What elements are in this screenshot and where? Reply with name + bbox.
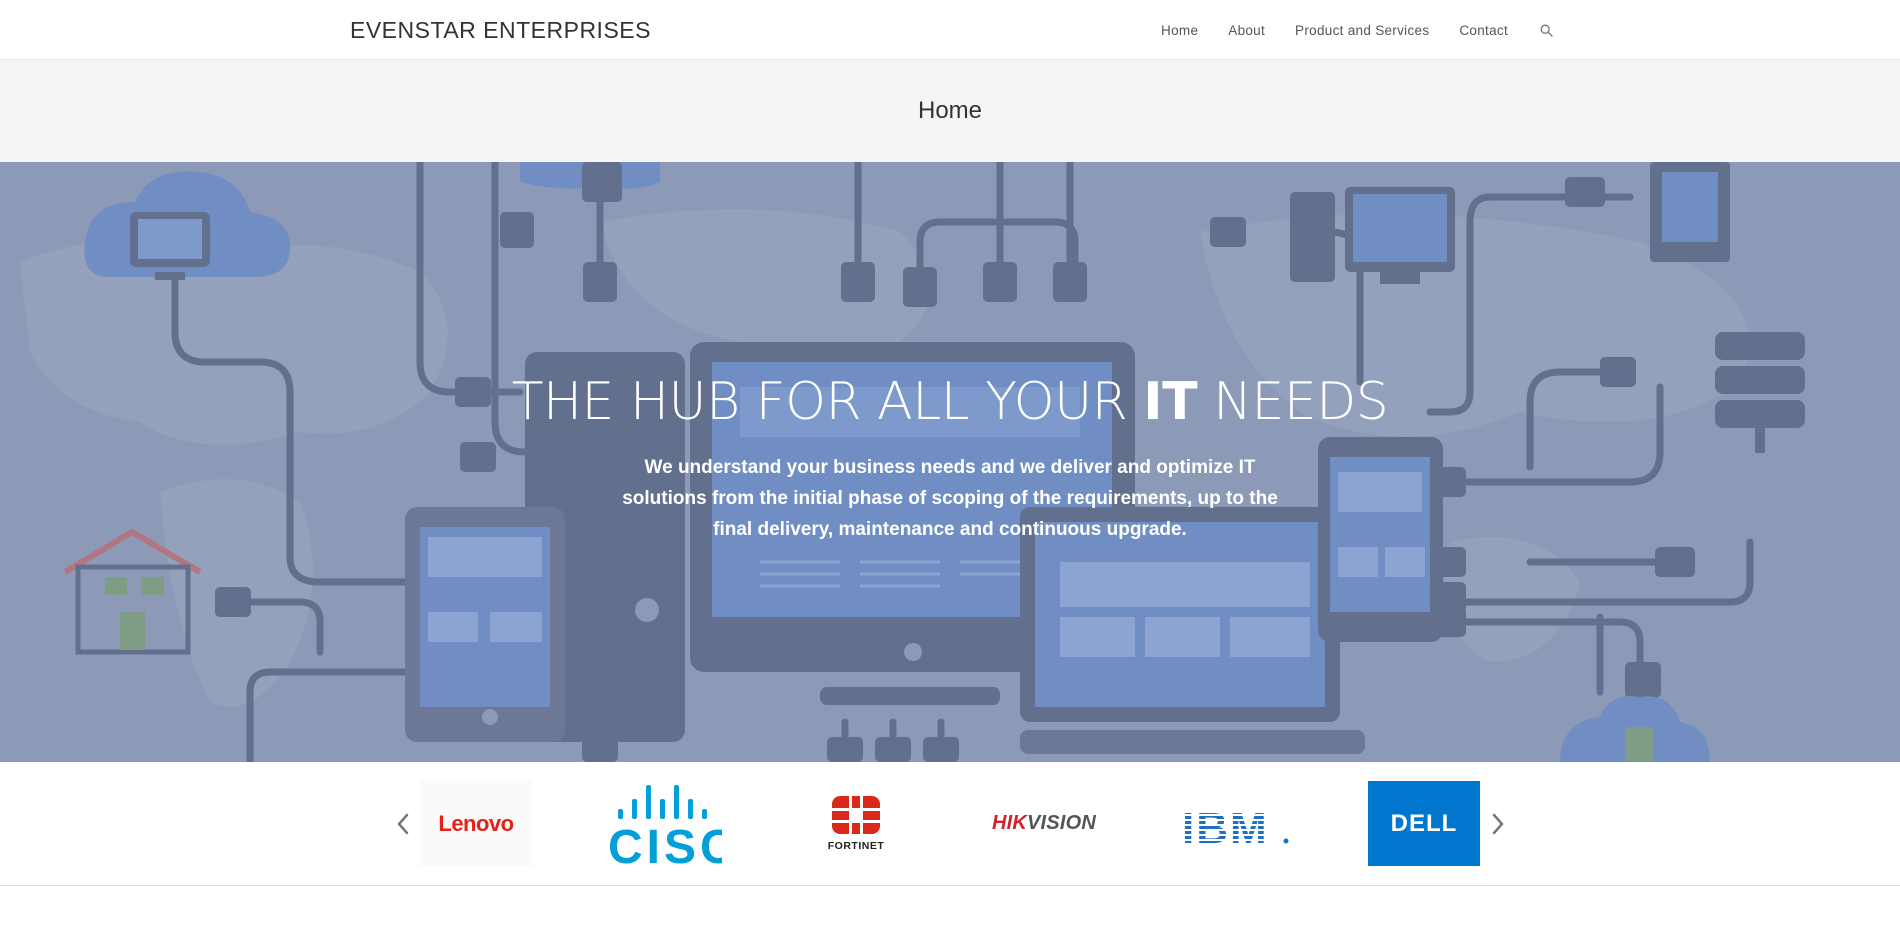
logo-lenovo[interactable]: Lenovo: [420, 781, 532, 866]
nav-item-about[interactable]: About: [1228, 23, 1265, 38]
logo-hikvision[interactable]: HIKVISION: [988, 781, 1100, 866]
nav-item-contact[interactable]: Contact: [1459, 23, 1508, 38]
logo-fortinet[interactable]: FORTINET: [800, 781, 912, 866]
fortinet-logo-mark: [832, 795, 880, 834]
chevron-left-icon[interactable]: [391, 802, 415, 846]
hero-heading-strong: IT: [1143, 372, 1198, 432]
hikvision-logo-text: HIKVISION: [992, 812, 1096, 835]
hikvision-logo-red: HIK: [991, 812, 1028, 834]
logo-ibm[interactable]: IBM: [1178, 781, 1290, 866]
lenovo-logo-text: Lenovo: [438, 810, 514, 836]
fortinet-logo-group: FORTINET: [827, 795, 885, 852]
nav-item-products-services[interactable]: Product and Services: [1295, 23, 1429, 38]
hero-description: We understand your business needs and we…: [622, 457, 1278, 540]
cisco-logo-graphic: CISCO: [610, 785, 722, 866]
ibm-logo-text: IBM: [1182, 804, 1269, 853]
hero-section: THE HUB FOR ALL YOUR IT NEEDS We underst…: [0, 162, 1900, 762]
ibm-logo-graphic: IBM: [1182, 804, 1289, 853]
page-title: Home: [917, 97, 983, 124]
logo-dell[interactable]: DELL: [1368, 781, 1480, 866]
fortinet-logo-text: FORTINET: [827, 839, 885, 852]
main-navigation: Home About Product and Services Contact: [1161, 0, 1554, 60]
dell-logo-text: DELL: [1390, 809, 1458, 837]
hero-content: THE HUB FOR ALL YOUR IT NEEDS We underst…: [0, 370, 1900, 545]
chevron-right-icon[interactable]: [1486, 802, 1510, 846]
nav-item-home[interactable]: Home: [1161, 23, 1198, 38]
cisco-logo-text: CISCO: [610, 821, 722, 866]
hero-heading: THE HUB FOR ALL YOUR IT NEEDS: [0, 370, 1900, 434]
hero-heading-part1: THE HUB FOR ALL YOUR: [511, 372, 1144, 432]
logo-cisco[interactable]: CISCO: [610, 781, 722, 866]
page-title-bar: Home: [0, 60, 1900, 162]
search-icon[interactable]: [1538, 22, 1554, 38]
hero-heading-part2: NEEDS: [1197, 372, 1389, 432]
hikvision-logo-rest: VISION: [1027, 812, 1097, 834]
site-logo[interactable]: EVENSTAR ENTERPRISES: [350, 17, 651, 44]
partner-logo-carousel: Lenovo CISCO F: [0, 762, 1900, 886]
site-header: EVENSTAR ENTERPRISES Home About Product …: [0, 0, 1900, 60]
